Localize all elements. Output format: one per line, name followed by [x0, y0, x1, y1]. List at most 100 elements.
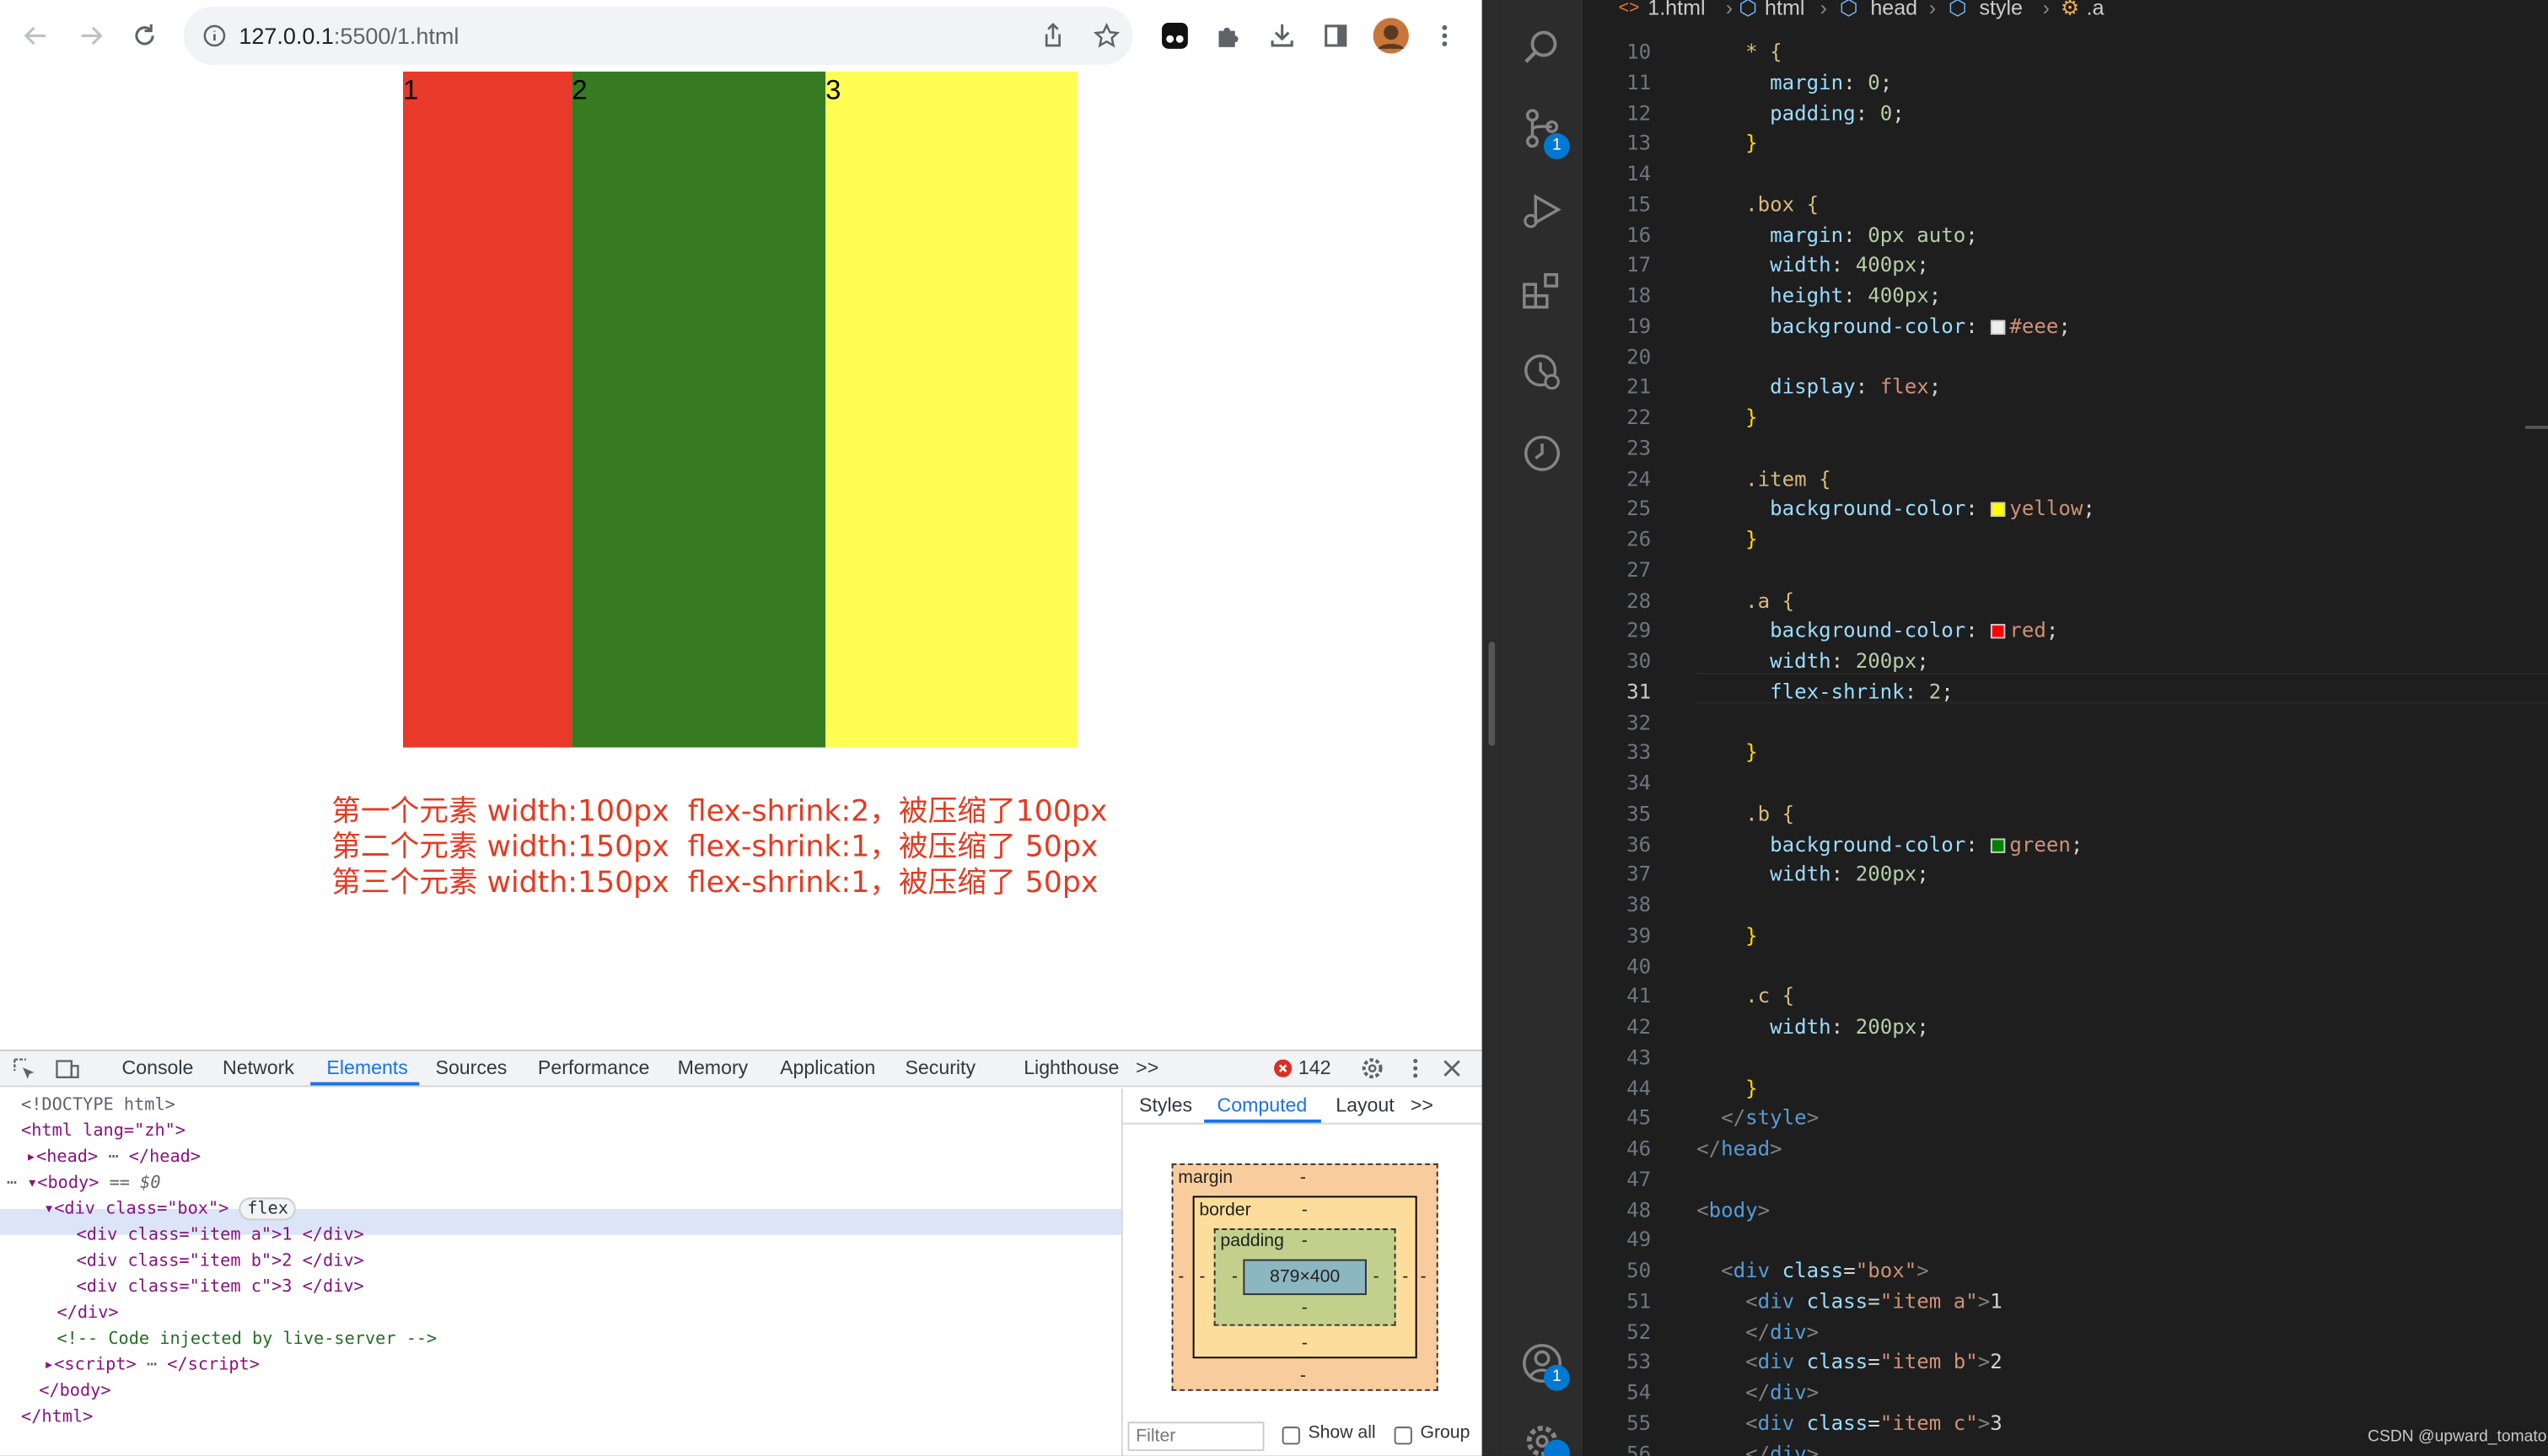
- run-debug-icon[interactable]: [1521, 189, 1563, 231]
- code-line[interactable]: <div class="item b">2: [1696, 1347, 2002, 1378]
- code-line[interactable]: .box {: [1696, 190, 1819, 220]
- breadcrumb-html[interactable]: html: [1765, 0, 1804, 18]
- extensions-button[interactable]: [1209, 16, 1248, 55]
- code-line[interactable]: * {: [1696, 37, 1782, 67]
- devtools-tab-sources[interactable]: Sources: [436, 1056, 508, 1079]
- code-line[interactable]: </div>: [1696, 1317, 1819, 1347]
- code-line[interactable]: height: 400px;: [1696, 281, 1941, 311]
- show-all-checkbox[interactable]: [1282, 1426, 1300, 1445]
- remote-explorer-icon[interactable]: [1521, 351, 1563, 393]
- url-text[interactable]: 127.0.0.1:5500/1.html: [239, 23, 459, 49]
- dom-line-head[interactable]: ▸<head> ⋯ </head>: [26, 1144, 1148, 1170]
- code-line[interactable]: <body>: [1696, 1195, 1770, 1226]
- code-line[interactable]: </div>: [1696, 1378, 1819, 1408]
- dom-line-item-c[interactable]: <div class="item c">3 </div>: [77, 1274, 1198, 1300]
- devtools-tab-elements[interactable]: Elements: [326, 1056, 407, 1079]
- search-icon[interactable]: [1521, 26, 1563, 68]
- gear-icon[interactable]: [1360, 1056, 1384, 1081]
- side-panel-button[interactable]: [1316, 16, 1355, 55]
- code-line[interactable]: background-color: #eee;: [1696, 312, 2071, 342]
- dom-line-box[interactable]: ▾<div class="box"> flex: [44, 1195, 1165, 1222]
- error-count[interactable]: 142: [1298, 1056, 1331, 1079]
- code-line[interactable]: margin: 0;: [1696, 67, 1892, 98]
- extension-tampermonkey-button[interactable]: [1155, 16, 1194, 55]
- error-icon[interactable]: [1274, 1059, 1293, 1077]
- reload-button[interactable]: [125, 16, 164, 55]
- dom-line-script[interactable]: ▸<script> ⋯ </script>: [44, 1352, 1165, 1378]
- devtools-more-tabs[interactable]: >>: [1136, 1056, 1158, 1079]
- breadcrumb-head[interactable]: head: [1870, 0, 1917, 18]
- device-toolbar-icon[interactable]: [56, 1058, 80, 1081]
- code-line[interactable]: .item {: [1696, 464, 1831, 494]
- code-line[interactable]: .b {: [1696, 799, 1794, 830]
- code-line[interactable]: background-color: yellow;: [1696, 494, 2095, 524]
- devtools-tab-memory[interactable]: Memory: [678, 1056, 749, 1079]
- flex-badge[interactable]: flex: [239, 1197, 297, 1221]
- devtools-tab-security[interactable]: Security: [906, 1056, 976, 1079]
- color-swatch[interactable]: [1990, 837, 2005, 852]
- sidebar-tab-layout[interactable]: Layout: [1336, 1093, 1394, 1116]
- code-line[interactable]: }: [1696, 738, 1758, 768]
- dom-line-item-b[interactable]: <div class="item b">2 </div>: [77, 1248, 1198, 1274]
- bookmark-star-icon[interactable]: [1094, 22, 1120, 49]
- code-line[interactable]: width: 200px;: [1696, 860, 1929, 890]
- dom-line-html-close[interactable]: </html>: [21, 1404, 1142, 1430]
- breadcrumb-file[interactable]: 1.html: [1648, 0, 1705, 18]
- extensions-icon[interactable]: [1521, 270, 1563, 312]
- timeline-icon[interactable]: [1521, 433, 1563, 475]
- code-line[interactable]: <div class="box">: [1696, 1256, 1929, 1287]
- color-swatch[interactable]: [1990, 320, 2005, 335]
- code-line[interactable]: background-color: green;: [1696, 830, 2083, 860]
- inspect-element-icon[interactable]: [13, 1058, 35, 1081]
- divider-handle[interactable]: [1488, 642, 1496, 746]
- breadcrumb-style[interactable]: style: [1979, 0, 2023, 18]
- breadcrumb-selector[interactable]: .a: [2087, 0, 2105, 18]
- back-button[interactable]: [16, 16, 55, 55]
- sidebar-more-tabs[interactable]: >>: [1411, 1093, 1433, 1116]
- code-line[interactable]: background-color: red;: [1696, 616, 2058, 647]
- sidebar-tab-computed[interactable]: Computed: [1218, 1093, 1308, 1116]
- profile-avatar[interactable]: [1372, 16, 1411, 55]
- dom-line-html[interactable]: <html lang="zh">: [21, 1118, 1142, 1144]
- code-line[interactable]: </head>: [1696, 1134, 1782, 1164]
- address-bar[interactable]: 127.0.0.1:5500/1.html: [183, 6, 1133, 66]
- code-line[interactable]: flex-shrink: 2;: [1696, 677, 1954, 707]
- info-icon[interactable]: [203, 24, 226, 47]
- close-icon[interactable]: [1442, 1058, 1463, 1079]
- devtools-tab-console[interactable]: Console: [122, 1056, 194, 1079]
- dom-line-body[interactable]: ⋯ ▾<body> == $0: [7, 1170, 1128, 1196]
- code-line[interactable]: <div class="item a">1: [1696, 1287, 2002, 1317]
- color-swatch[interactable]: [1990, 624, 2005, 639]
- dom-line-body-close[interactable]: </body>: [39, 1378, 1160, 1404]
- devtools-tab-lighthouse[interactable]: Lighthouse: [1024, 1056, 1119, 1079]
- devtools-tab-network[interactable]: Network: [223, 1056, 294, 1079]
- code-line[interactable]: width: 200px;: [1696, 647, 1929, 677]
- code-line[interactable]: display: flex;: [1696, 373, 1941, 403]
- devtools-tab-performance[interactable]: Performance: [538, 1056, 649, 1079]
- code-lines[interactable]: 10 * {11 margin: 0; 12 padding: 0; 13 } 14 1…: [1583, 37, 2548, 1456]
- downloads-button[interactable]: [1263, 16, 1302, 55]
- code-line[interactable]: }: [1696, 1073, 1758, 1104]
- color-swatch[interactable]: [1990, 502, 2005, 518]
- box-model-content[interactable]: 879×400: [1243, 1259, 1367, 1296]
- dom-line-comment[interactable]: <!-- Code injected by live-server -->: [56, 1326, 1178, 1352]
- code-line[interactable]: }: [1696, 525, 1758, 556]
- code-line[interactable]: padding: 0;: [1696, 99, 1905, 129]
- kebab-menu-icon[interactable]: [1404, 1056, 1427, 1081]
- share-icon[interactable]: [1040, 23, 1066, 49]
- dom-line-item-a[interactable]: <div class="item a">1 </div>: [77, 1222, 1198, 1248]
- code-line[interactable]: }: [1696, 403, 1758, 433]
- browser-menu-button[interactable]: [1425, 16, 1464, 55]
- sidebar-tab-styles[interactable]: Styles: [1139, 1093, 1192, 1116]
- devtools-tab-application[interactable]: Application: [780, 1056, 875, 1079]
- computed-filter-input[interactable]: Filter: [1127, 1421, 1265, 1452]
- code-line[interactable]: }: [1696, 921, 1758, 951]
- dom-line-doctype[interactable]: <!DOCTYPE html>: [21, 1092, 1142, 1118]
- dom-line-box-close[interactable]: </div>: [56, 1300, 1178, 1326]
- code-line[interactable]: }: [1696, 129, 1758, 159]
- code-line[interactable]: width: 400px;: [1696, 250, 1929, 281]
- code-line[interactable]: <div class="item c">3: [1696, 1408, 2002, 1438]
- code-line[interactable]: </div>: [1696, 1439, 1819, 1456]
- code-line[interactable]: .c {: [1696, 982, 1794, 1013]
- code-line[interactable]: width: 200px;: [1696, 1013, 1929, 1043]
